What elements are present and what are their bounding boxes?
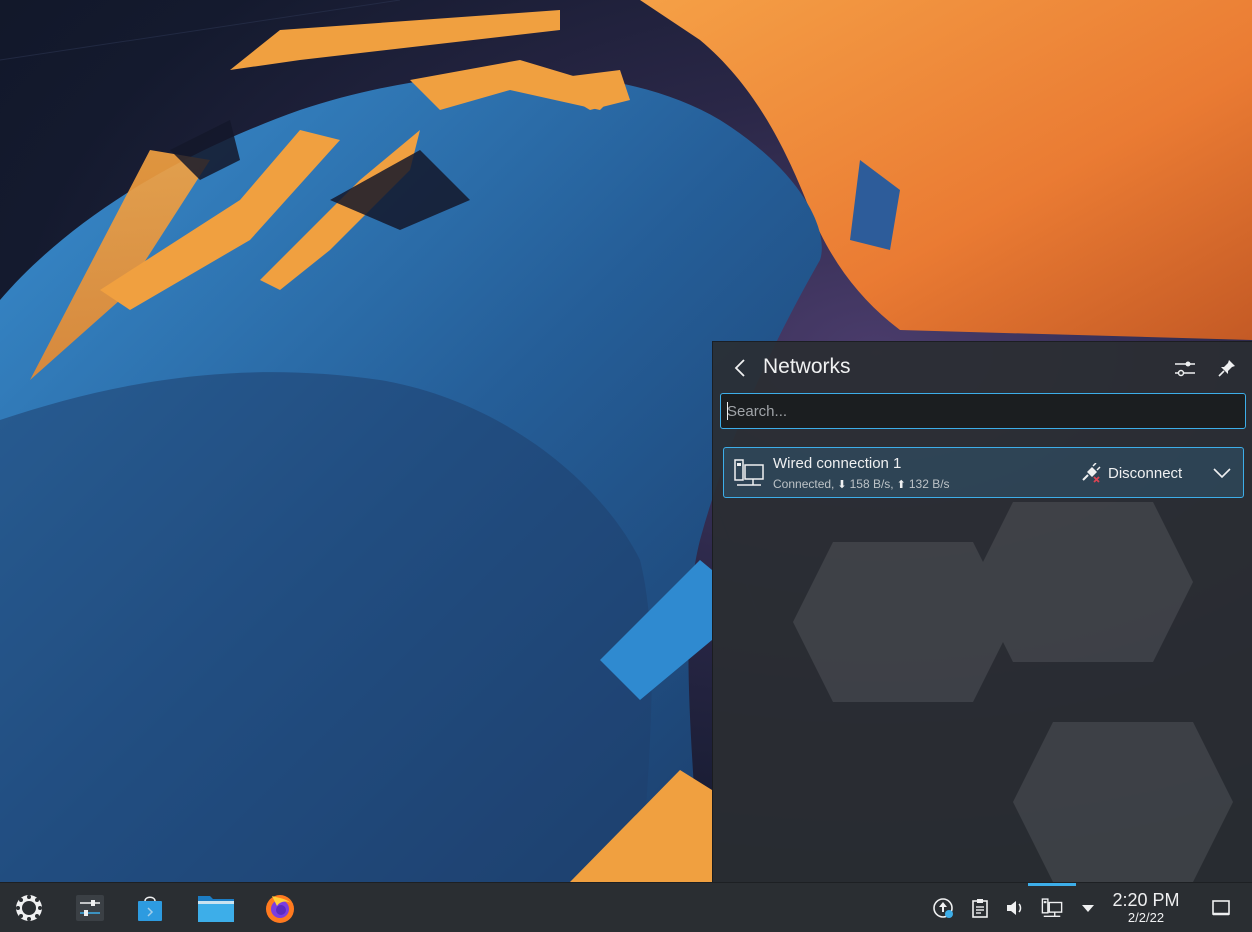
- expand-tray-button[interactable]: [1076, 896, 1100, 920]
- connection-status: Connected, ⬇ 158 B/s, ⬆ 132 B/s: [773, 477, 950, 491]
- wired-network-icon: [734, 459, 764, 486]
- digital-clock[interactable]: 2:20 PM 2/2/22: [1108, 890, 1184, 928]
- update-arrow-icon: [933, 898, 953, 918]
- taskbar: 2:20 PM 2/2/22: [0, 882, 1252, 932]
- triangle-down-icon: [1082, 905, 1094, 912]
- folder-icon: [198, 896, 234, 922]
- updates-tray-button[interactable]: [931, 896, 955, 920]
- pin-icon: [1218, 360, 1235, 377]
- firefox-button[interactable]: [262, 890, 298, 926]
- connection-item[interactable]: Wired connection 1 Connected, ⬇ 158 B/s,…: [723, 447, 1244, 498]
- store-bag-icon: [138, 896, 162, 921]
- search-field[interactable]: [720, 393, 1246, 429]
- popup-background-decoration: [793, 502, 1233, 882]
- disconnect-label: Disconnect: [1108, 464, 1183, 482]
- connection-name: Wired connection 1: [773, 455, 902, 472]
- clock-date: 2/2/22: [1127, 910, 1165, 925]
- popup-header: Networks: [713, 342, 1252, 394]
- text-caret: [727, 402, 728, 420]
- active-tray-indicator: [1028, 883, 1076, 886]
- system-settings-button[interactable]: [72, 890, 108, 926]
- wired-network-icon: [1041, 898, 1063, 917]
- popup-title: Networks: [763, 355, 851, 378]
- search-input[interactable]: [721, 394, 1245, 428]
- chevron-down-icon: [1213, 468, 1231, 479]
- pin-button[interactable]: [1213, 354, 1241, 382]
- chevron-left-icon: [734, 359, 745, 377]
- disconnect-button[interactable]: Disconnect: [1080, 460, 1182, 486]
- configure-button[interactable]: [1171, 354, 1199, 382]
- upload-arrow-icon: ⬆: [896, 478, 906, 491]
- disconnect-plug-icon: [1082, 463, 1101, 483]
- expand-details-button[interactable]: [1208, 460, 1236, 486]
- show-desktop-icon: [1212, 900, 1230, 916]
- show-desktop-button[interactable]: [1209, 896, 1233, 920]
- clipboard-icon: [972, 899, 988, 918]
- file-manager-button[interactable]: [198, 890, 234, 926]
- download-rate: 158 B/s,: [849, 477, 894, 491]
- application-launcher-button[interactable]: [11, 890, 47, 926]
- volume-tray-button[interactable]: [1003, 896, 1027, 920]
- configure-icon: [1175, 361, 1195, 377]
- back-button[interactable]: [727, 355, 753, 381]
- kde-launcher-icon: [16, 895, 42, 921]
- status-text: Connected,: [773, 477, 835, 491]
- speaker-icon: [1007, 901, 1022, 915]
- discover-button[interactable]: [132, 890, 168, 926]
- settings-sliders-icon: [76, 895, 104, 921]
- firefox-icon: [266, 895, 294, 923]
- clock-time: 2:20 PM: [1112, 890, 1180, 910]
- download-arrow-icon: ⬇: [837, 478, 847, 491]
- networks-popup: Networks Wired connection: [712, 341, 1252, 882]
- network-tray-button[interactable]: [1040, 896, 1064, 920]
- clipboard-tray-button[interactable]: [968, 896, 992, 920]
- upload-rate: 132 B/s: [908, 477, 950, 491]
